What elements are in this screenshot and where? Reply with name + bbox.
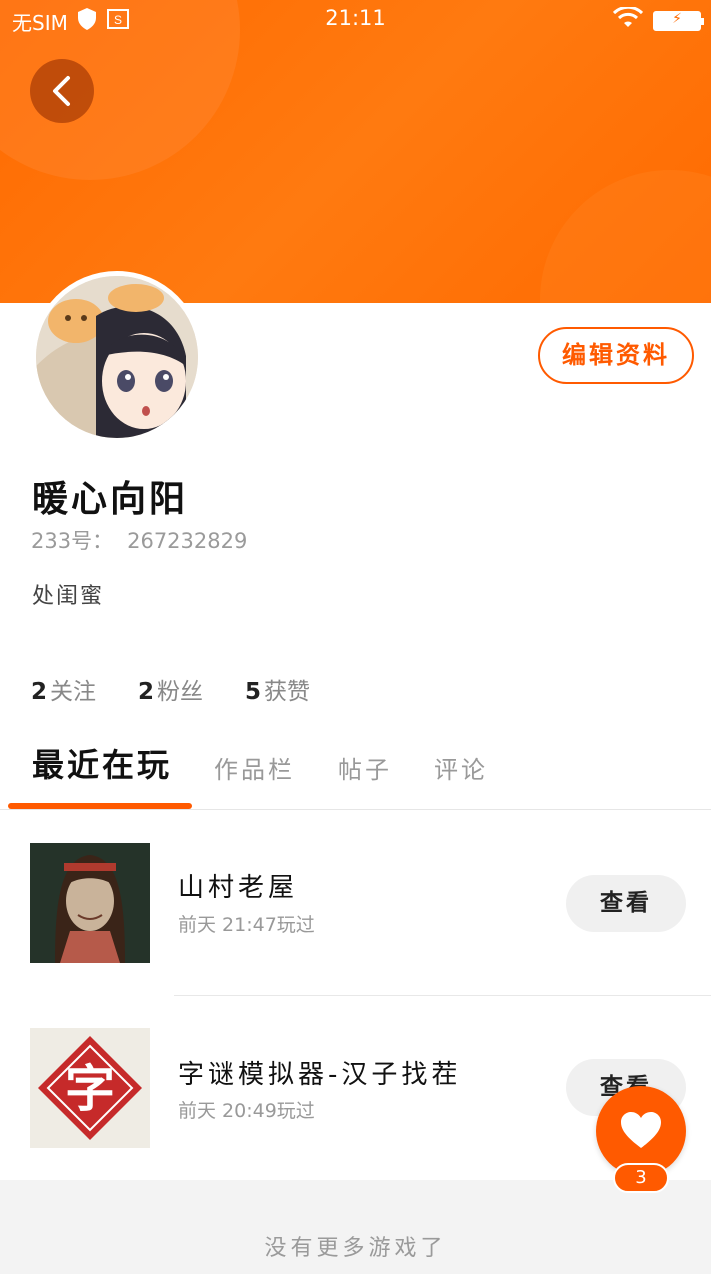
- tab-active-indicator: [8, 803, 192, 809]
- list-item[interactable]: 山村老屋 前天 21:47玩过 查看: [0, 811, 711, 995]
- edit-profile-button[interactable]: 编辑资料: [538, 327, 694, 384]
- wifi-icon: [612, 5, 644, 34]
- view-button[interactable]: 查看: [566, 875, 686, 932]
- avatar[interactable]: [31, 271, 203, 443]
- user-id-value: 267232829: [127, 529, 248, 553]
- battery-icon: ⚡: [653, 10, 704, 31]
- profile-stats: 2 关注 2 粉丝 5 获赞: [31, 672, 310, 706]
- heart-icon: [621, 1112, 661, 1148]
- game-title: 山村老屋: [178, 873, 299, 903]
- status-bar: 无SIM S 21:11 ⚡: [0, 0, 711, 38]
- game-thumbnail: 字: [30, 1028, 150, 1148]
- favorite-count-badge: 3: [613, 1163, 669, 1193]
- stat-followers[interactable]: 2 粉丝: [138, 672, 203, 706]
- user-id: 233号： 267232829: [31, 525, 247, 555]
- profile-header-background: [0, 0, 711, 303]
- nickname: 暖心向阳: [32, 479, 189, 520]
- game-title: 字谜模拟器-汉子找茬: [178, 1060, 462, 1090]
- tab-works[interactable]: 作品栏: [214, 750, 295, 785]
- no-more-games-text: 没有更多游戏了: [264, 1236, 447, 1261]
- tab-recently-played[interactable]: 最近在玩: [32, 740, 172, 786]
- chevron-left-icon: [53, 76, 70, 106]
- stat-following[interactable]: 2 关注: [31, 672, 96, 706]
- svg-text:字: 字: [65, 1060, 115, 1118]
- game-thumbnail: [30, 843, 150, 963]
- back-button[interactable]: [30, 59, 94, 123]
- tab-comments[interactable]: 评论: [434, 750, 488, 785]
- user-id-label: 233号：: [31, 529, 114, 553]
- game-played-time: 前天 20:49玩过: [178, 1100, 315, 1122]
- list-footer: 没有更多游戏了: [0, 1180, 711, 1274]
- stat-likes[interactable]: 5 获赞: [245, 672, 310, 706]
- tab-posts[interactable]: 帖子: [338, 750, 392, 785]
- game-played-time: 前天 21:47玩过: [178, 914, 315, 936]
- bio: 处闺蜜: [32, 584, 105, 609]
- status-time: 21:11: [325, 6, 386, 30]
- profile-tabs: 最近在玩 作品栏 帖子 评论: [0, 740, 711, 810]
